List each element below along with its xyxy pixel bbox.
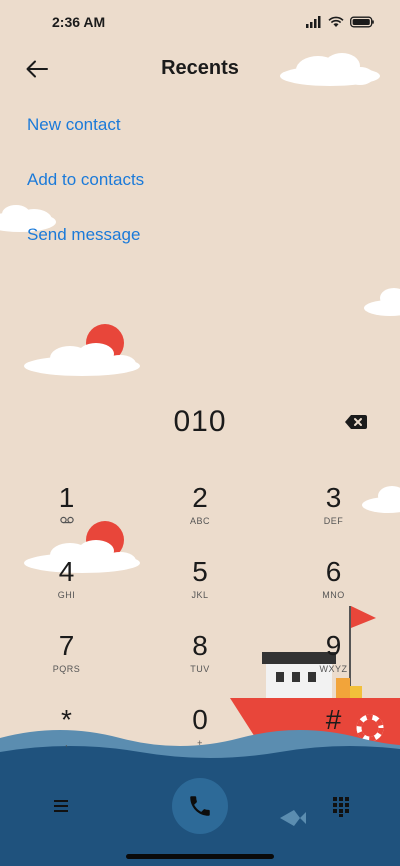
- dialpad-icon: [333, 797, 349, 817]
- keypad-toggle-button[interactable]: [330, 794, 352, 818]
- backspace-icon: [345, 415, 367, 429]
- key-letters: ,: [64, 738, 68, 748]
- cloud-right-mid: [364, 288, 400, 316]
- keypad: 1 2 ABC 3 DEF 4 GHI 5 JKL 6 MNO 7 PQRS 8…: [0, 478, 400, 774]
- call-button[interactable]: [172, 778, 228, 834]
- status-bar: 2:36 AM: [0, 0, 400, 44]
- key-digit: 5: [192, 556, 208, 587]
- key-0[interactable]: 0 +: [133, 700, 267, 774]
- key-digit: 2: [192, 482, 208, 513]
- key-letters: [59, 516, 74, 528]
- page-title: Recents: [161, 57, 239, 79]
- key-letters: +: [197, 738, 203, 748]
- key-letters: ABC: [189, 516, 210, 526]
- key-3[interactable]: 3 DEF: [267, 478, 400, 552]
- key-digit: 8: [192, 630, 208, 661]
- key-5[interactable]: 5 JKL: [133, 552, 267, 626]
- signal-icon: [306, 16, 321, 28]
- cloud-sun-upper: [24, 343, 140, 376]
- key-digit: 1: [58, 482, 75, 513]
- key-hash[interactable]: #: [267, 700, 400, 774]
- sun-upper: [86, 324, 124, 362]
- menu-button[interactable]: [48, 794, 74, 818]
- hamburger-menu-icon: [54, 800, 68, 812]
- key-star[interactable]: * ,: [0, 700, 133, 774]
- key-digit: 6: [325, 556, 342, 587]
- key-7[interactable]: 7 PQRS: [0, 626, 133, 700]
- key-digit: 7: [58, 630, 75, 661]
- backspace-button[interactable]: [344, 412, 368, 432]
- title-bar: Recents: [0, 52, 400, 86]
- key-letters: GHI: [57, 590, 76, 600]
- key-2[interactable]: 2 ABC: [133, 478, 267, 552]
- key-digit: 0: [192, 704, 208, 735]
- key-6[interactable]: 6 MNO: [267, 552, 400, 626]
- new-contact-link[interactable]: New contact: [27, 115, 121, 135]
- home-indicator[interactable]: [126, 854, 274, 859]
- key-letters: PQRS: [52, 664, 81, 674]
- key-1[interactable]: 1: [0, 478, 133, 552]
- voicemail-icon: [59, 516, 74, 524]
- key-digit: 3: [325, 482, 342, 513]
- add-to-contacts-link[interactable]: Add to contacts: [27, 170, 144, 190]
- key-letters: MNO: [322, 590, 345, 600]
- key-digit: *: [61, 704, 72, 735]
- phone-icon: [190, 796, 210, 816]
- status-time: 2:36 AM: [52, 14, 106, 30]
- wifi-icon: [328, 16, 344, 27]
- status-icons: [306, 16, 374, 28]
- battery-icon: [350, 16, 374, 28]
- key-letters: WXYZ: [319, 664, 348, 674]
- key-letters: JKL: [191, 590, 209, 600]
- key-digit: 9: [325, 630, 342, 661]
- key-letters: DEF: [323, 516, 344, 526]
- key-9[interactable]: 9 WXYZ: [267, 626, 400, 700]
- key-4[interactable]: 4 GHI: [0, 552, 133, 626]
- key-letters: TUV: [190, 664, 210, 674]
- key-digit: #: [325, 704, 342, 735]
- bottom-bar: [0, 778, 400, 834]
- key-8[interactable]: 8 TUV: [133, 626, 267, 700]
- send-message-link[interactable]: Send message: [27, 225, 140, 245]
- dialed-number: 010: [173, 405, 227, 438]
- key-digit: 4: [58, 556, 75, 587]
